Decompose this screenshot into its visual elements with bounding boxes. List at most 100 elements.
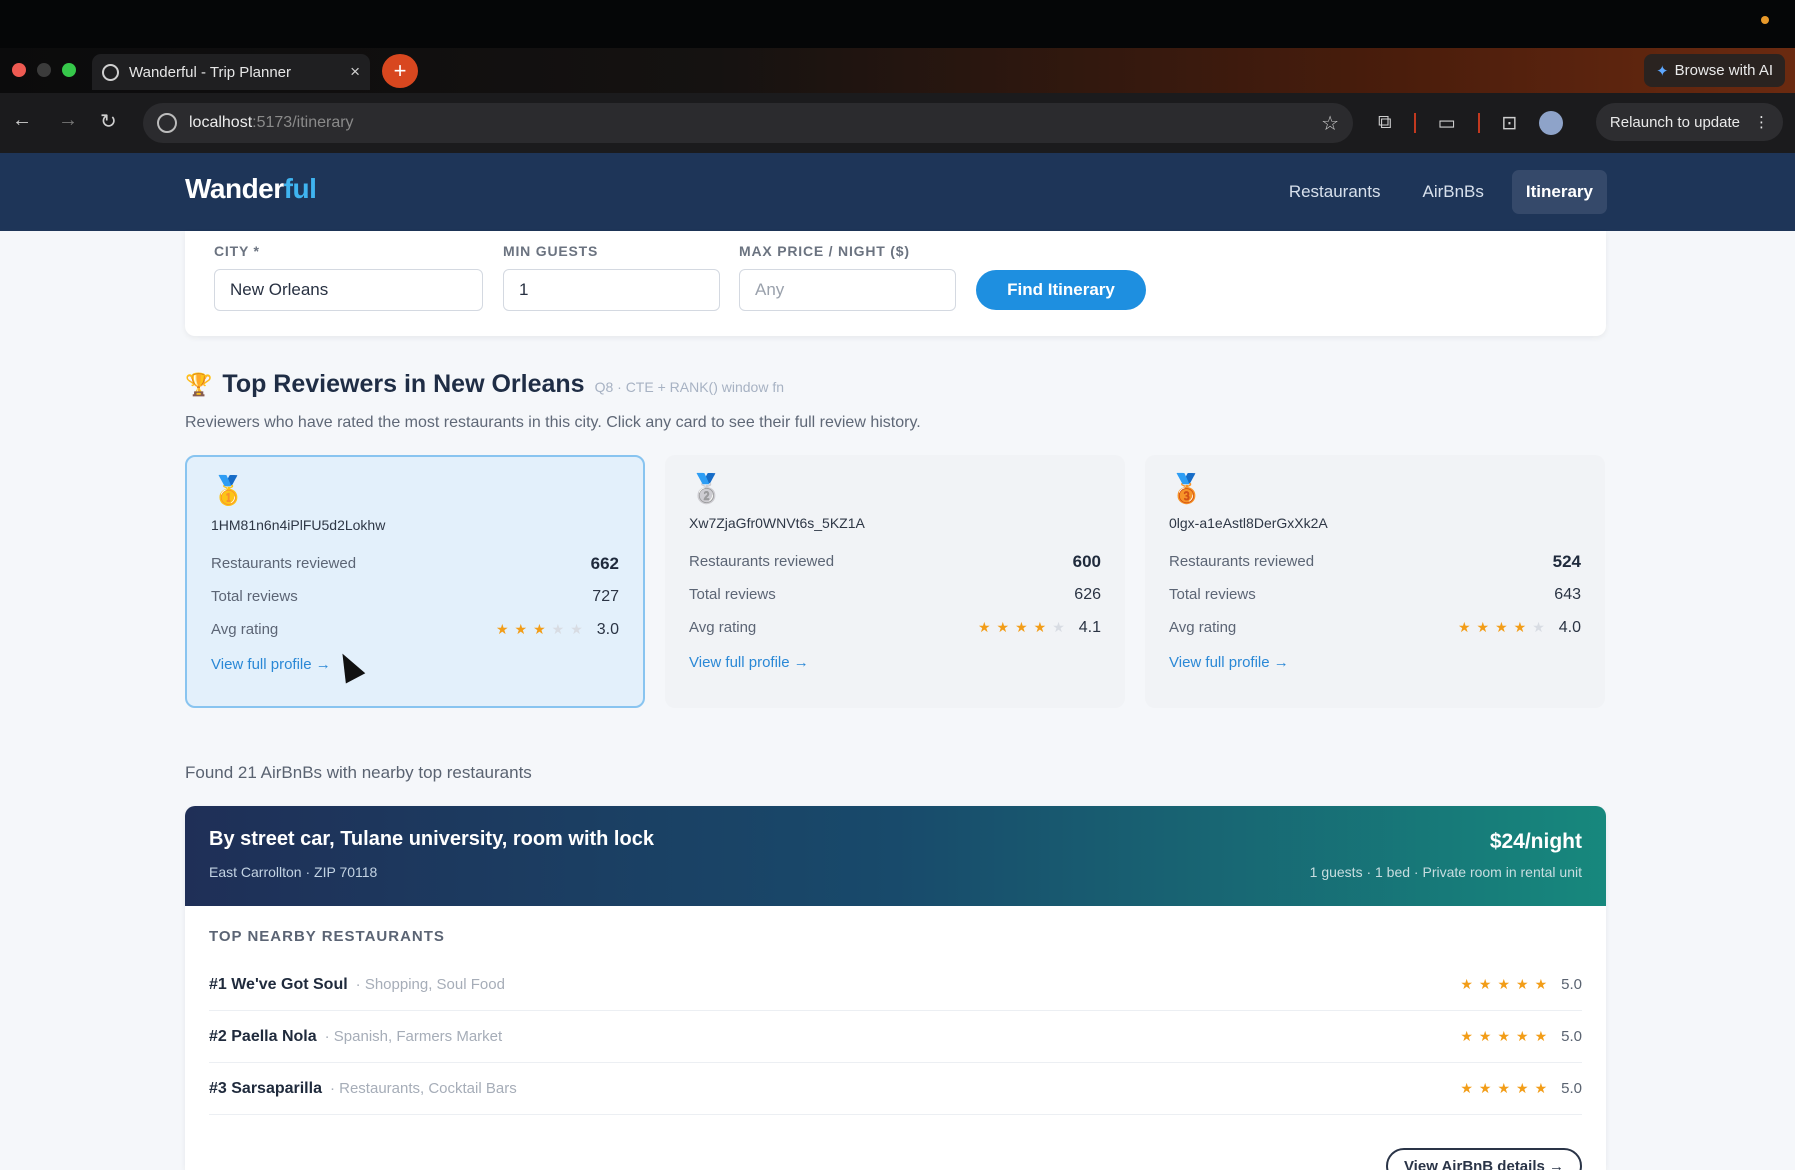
stat-row: Total reviews 727 <box>211 580 619 613</box>
airbnb-location: East Carrollton · ZIP 70118 <box>209 864 378 880</box>
new-tab-button[interactable]: + <box>382 54 418 88</box>
airbnb-header: By street car, Tulane university, room w… <box>185 806 1606 906</box>
restaurant-categories: · Restaurants, Cocktail Bars <box>329 1080 517 1097</box>
restaurant-rating: 5.0 <box>1561 1028 1582 1045</box>
total-reviews-value: 626 <box>1074 585 1101 603</box>
app-logo[interactable]: Wanderful <box>185 173 317 205</box>
restaurant-row[interactable]: #2 Paella Nola · Spanish, Farmers Market… <box>209 1011 1582 1063</box>
extensions-icon[interactable]: ⧉ <box>1378 112 1392 134</box>
stat-label: Total reviews <box>211 588 298 605</box>
star-filled-icon: ★ <box>1513 619 1527 635</box>
star-filled-icon: ★ <box>1460 976 1473 992</box>
back-arrow-icon[interactable]: ← <box>12 109 32 132</box>
view-profile-link[interactable]: View full profile → <box>1169 654 1581 671</box>
star-rating: ★ ★ ★ ★ ★ <box>1460 1080 1547 1097</box>
star-filled-icon: ★ <box>1460 1028 1473 1044</box>
min-guests-label: MIN GUESTS <box>503 243 599 259</box>
reviewer-card[interactable]: 🥇 1HM81n6n4iPlFU5d2Lokhw Restaurants rev… <box>185 455 645 708</box>
restaurant-name: #3 Sarsaparilla <box>209 1079 322 1097</box>
airbnb-meta: 1 guests · 1 bed · Private room in renta… <box>1309 864 1582 880</box>
city-input[interactable]: New Orleans <box>214 269 483 311</box>
sparkle-icon: ✦ <box>1656 62 1669 80</box>
star-filled-icon: ★ <box>1534 1028 1548 1044</box>
star-filled-icon: ★ <box>514 621 528 637</box>
cast-icon[interactable]: ▭ <box>1438 112 1456 135</box>
app-navbar: Wanderful Restaurants AirBnBs Itinerary <box>0 153 1795 231</box>
star-filled-icon: ★ <box>1495 619 1508 635</box>
globe-icon <box>102 63 119 81</box>
reviewers-title: Top Reviewers in New Orleans <box>222 370 585 398</box>
city-field-group: CITY * New Orleans <box>214 243 483 311</box>
address-bar[interactable]: localhost:5173/itinerary ☆ <box>143 103 1353 143</box>
max-price-label: MAX PRICE / NIGHT ($) <box>739 243 910 259</box>
view-airbnb-details-button[interactable]: View AirBnB details → <box>1385 1148 1582 1170</box>
star-empty-icon: ★ <box>1052 619 1065 635</box>
restaurants-reviewed-value: 662 <box>590 553 619 573</box>
find-itinerary-button[interactable]: Find Itinerary <box>976 270 1146 310</box>
view-profile-link[interactable]: View full profile → <box>211 656 619 673</box>
nearby-restaurants-heading: TOP NEARBY RESTAURANTS <box>209 928 445 945</box>
silver-medal-icon: 🥈 <box>689 473 724 504</box>
airbnb-card[interactable]: By street car, Tulane university, room w… <box>185 806 1606 1170</box>
stat-label: Avg rating <box>689 619 757 636</box>
url-path: :5173/itinerary <box>252 114 354 131</box>
min-guests-input[interactable]: 1 <box>503 269 720 311</box>
main-nav: Restaurants AirBnBs Itinerary <box>1275 170 1607 214</box>
relaunch-label: Relaunch to update <box>1609 113 1740 131</box>
price-field-group: MAX PRICE / NIGHT ($) Any <box>739 243 956 311</box>
star-filled-icon: ★ <box>495 621 509 637</box>
star-empty-icon: ★ <box>1532 619 1545 635</box>
star-filled-icon: ★ <box>1478 1028 1492 1044</box>
airbnb-price: $24/night <box>1489 830 1582 853</box>
profile-avatar[interactable] <box>1539 111 1564 135</box>
bookmark-star-icon[interactable]: ☆ <box>1321 111 1339 136</box>
nav-airbnbs[interactable]: AirBnBs <box>1408 170 1497 214</box>
stat-row: Avg rating ★ ★ ★ ★ ★ 4.1 <box>689 611 1101 644</box>
screenshot-icon[interactable]: ⊡ <box>1502 112 1518 135</box>
reviewers-heading: 🏆 Top Reviewers in New Orleans Q8 · CTE … <box>185 370 784 399</box>
max-price-input[interactable]: Any <box>739 269 956 311</box>
restaurant-row[interactable]: #3 Sarsaparilla · Restaurants, Cocktail … <box>209 1063 1582 1115</box>
reviewer-card[interactable]: 🥈 Xw7ZjaGfr0WNVt6s_5KZ1A Restaurants rev… <box>665 455 1125 708</box>
avg-rating-value: 4.1 <box>1078 618 1101 636</box>
stat-label: Avg rating <box>1169 619 1237 636</box>
close-window-button[interactable] <box>12 63 26 77</box>
stat-row: Restaurants reviewed 662 <box>211 547 619 580</box>
star-rating: ★ ★ ★ ★ ★ <box>1460 976 1547 993</box>
minimize-window-button[interactable] <box>37 63 51 77</box>
star-empty-icon: ★ <box>570 621 583 637</box>
forward-arrow-icon[interactable]: → <box>58 109 78 132</box>
stat-label: Restaurants reviewed <box>211 555 357 572</box>
query-tag: Q8 · CTE + RANK() window fn <box>594 379 785 395</box>
browse-with-ai-button[interactable]: ✦ Browse with AI <box>1644 54 1785 87</box>
nav-itinerary[interactable]: Itinerary <box>1511 170 1607 214</box>
star-rating: ★ ★ ★ ★ ★ <box>1460 1028 1547 1045</box>
extension-icons: ⧉ ▭ ⊡ <box>1378 111 1564 135</box>
kebab-menu-icon[interactable]: ⋮ <box>1754 113 1769 131</box>
reviewer-card[interactable]: 🥉 0lgx-a1eAstl8DerGxXk2A Restaurants rev… <box>1145 455 1605 708</box>
star-filled-icon: ★ <box>1478 1080 1492 1096</box>
star-filled-icon: ★ <box>1516 1080 1529 1096</box>
stat-row: Avg rating ★ ★ ★ ★ ★ 4.0 <box>1169 611 1581 644</box>
maximize-window-button[interactable] <box>62 63 76 77</box>
toolbar-divider <box>1413 113 1416 133</box>
guests-field-group: MIN GUESTS 1 <box>503 243 720 311</box>
browser-tab[interactable]: Wanderful - Trip Planner × <box>92 54 370 90</box>
logo-main: Wander <box>185 173 284 204</box>
stat-row: Restaurants reviewed 600 <box>689 545 1101 578</box>
restaurant-row[interactable]: #1 We've Got Soul · Shopping, Soul Food … <box>209 959 1582 1011</box>
site-info-icon[interactable] <box>157 113 177 133</box>
reviewer-id: 1HM81n6n4iPlFU5d2Lokhw <box>211 517 386 533</box>
reload-icon[interactable]: ↻ <box>100 109 117 134</box>
star-rating: ★ ★ ★ ★ ★ <box>1458 619 1545 636</box>
star-filled-icon: ★ <box>1516 976 1529 992</box>
relaunch-button[interactable]: Relaunch to update ⋮ <box>1595 103 1783 141</box>
total-reviews-value: 727 <box>592 587 619 605</box>
tab-close-icon[interactable]: × <box>350 62 360 82</box>
view-profile-link[interactable]: View full profile → <box>689 654 1101 671</box>
restaurants-reviewed-value: 524 <box>1552 551 1581 571</box>
avg-rating-value: 3.0 <box>596 620 619 638</box>
nav-restaurants[interactable]: Restaurants <box>1275 170 1395 214</box>
restaurant-name: #1 We've Got Soul <box>209 975 348 993</box>
reviewers-subtitle: Reviewers who have rated the most restau… <box>185 414 921 431</box>
